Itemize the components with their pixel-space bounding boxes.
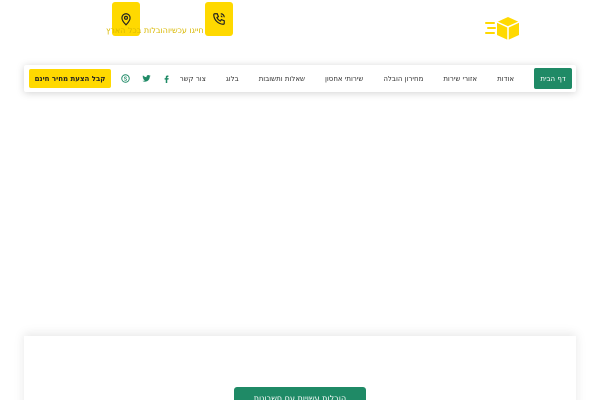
skype-link[interactable] (118, 71, 132, 85)
location-text: הובלות בכל הארץ (106, 26, 168, 35)
phone-contact-button[interactable] (205, 2, 233, 36)
nav-item-service-areas[interactable]: אזורי שירות (433, 75, 487, 83)
skype-icon (120, 73, 130, 83)
top-bar: חייגו עכשיו הובלות בכל הארץ (0, 0, 600, 60)
content-card: הובלות עשויות עם חשבונות (24, 336, 576, 400)
twitter-icon (141, 74, 151, 82)
nav-menu: אודות אזורי שירות מחירון הובלה שירותי אח… (170, 65, 524, 92)
nav-item-blog[interactable]: בלוג (216, 75, 249, 83)
delivery-box-icon (485, 17, 520, 40)
content-action-button[interactable]: הובלות עשויות עם חשבונות (234, 387, 366, 400)
free-quote-button[interactable]: קבל הצעת מחיר חינם (29, 69, 111, 88)
facebook-link[interactable] (159, 71, 173, 85)
nav-item-about[interactable]: אודות (487, 75, 524, 83)
main-navbar: דף הבית אודות אזורי שירות מחירון הובלה ש… (24, 65, 576, 92)
nav-home-button[interactable]: דף הבית (534, 68, 572, 89)
twitter-link[interactable] (139, 71, 153, 85)
facebook-icon (164, 75, 169, 83)
site-logo[interactable] (484, 14, 524, 44)
phone-icon (213, 13, 225, 25)
location-pin-icon (121, 13, 131, 26)
nav-item-faq[interactable]: שאלות ותשובות (249, 75, 315, 83)
nav-item-contact[interactable]: צור קשר (170, 75, 216, 83)
phone-text: חייגו עכשיו (168, 26, 204, 35)
nav-item-storage[interactable]: שירותי אחסון (315, 75, 373, 83)
nav-item-moving-prices[interactable]: מחירון הובלה (373, 75, 433, 83)
